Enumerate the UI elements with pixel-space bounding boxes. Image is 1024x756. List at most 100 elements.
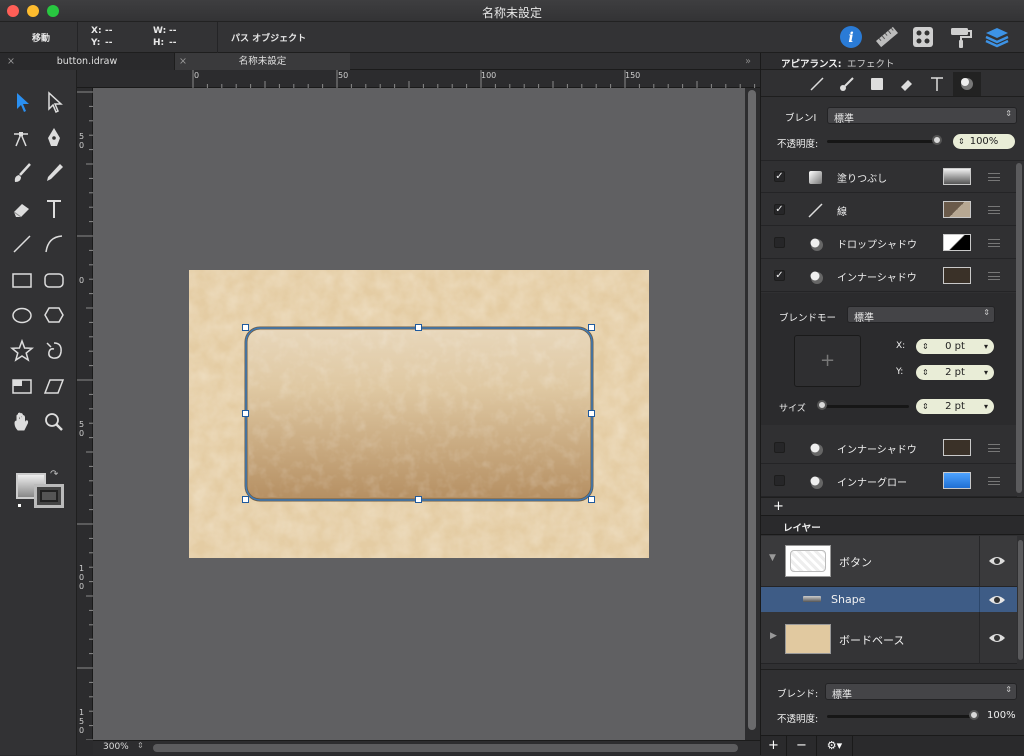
layers-scroll-thumb[interactable] bbox=[1018, 540, 1023, 660]
brush-style-icon[interactable] bbox=[839, 76, 855, 92]
tab-overflow-icon[interactable]: » bbox=[738, 53, 758, 70]
remove-layer-button[interactable]: − bbox=[787, 736, 817, 756]
tab-button-idraw[interactable]: × button.idraw bbox=[0, 53, 175, 70]
size-field[interactable]: ⇕ 2 pt ▾ bbox=[916, 399, 994, 414]
eraser-style-icon[interactable] bbox=[899, 76, 915, 92]
stepper-icon[interactable]: ⇕ bbox=[958, 134, 965, 149]
fill-style-icon[interactable] bbox=[869, 76, 885, 92]
opacity-slider-knob[interactable] bbox=[932, 135, 942, 145]
stepper-icon[interactable]: ⇕ bbox=[922, 399, 929, 414]
effects-tab[interactable]: エフェクト bbox=[847, 56, 895, 70]
frame-tool-icon[interactable] bbox=[8, 372, 36, 400]
effect-color-swatch[interactable] bbox=[943, 234, 971, 251]
chevron-down-icon[interactable]: ▾ bbox=[984, 339, 988, 354]
eraser-tool-icon[interactable] bbox=[8, 195, 36, 223]
offset-pad[interactable]: + bbox=[794, 335, 861, 387]
ellipse-tool-icon[interactable] bbox=[8, 301, 36, 329]
layer-opacity-knob[interactable] bbox=[969, 710, 979, 720]
y-offset-field[interactable]: ⇕ 2 pt ▾ bbox=[916, 365, 994, 380]
add-effect-button[interactable]: + bbox=[773, 499, 784, 514]
info-icon[interactable]: i bbox=[838, 24, 864, 50]
stepper-icon[interactable]: ⇕ bbox=[922, 339, 929, 354]
shadow-blend-select[interactable]: 標準 ⇕ bbox=[847, 306, 995, 324]
resize-handle-bottom-left[interactable] bbox=[242, 496, 249, 503]
tab-untitled[interactable]: × 名称未設定 bbox=[175, 53, 350, 70]
effect-color-swatch[interactable] bbox=[943, 439, 971, 456]
zoom-tool-icon[interactable] bbox=[40, 408, 68, 436]
panel-scroll-thumb[interactable] bbox=[1016, 163, 1022, 493]
resize-handle-left[interactable] bbox=[242, 410, 249, 417]
effect-checkbox[interactable] bbox=[774, 237, 785, 248]
effect-style-icon[interactable] bbox=[953, 72, 981, 96]
zoom-level[interactable]: 300% bbox=[103, 742, 129, 752]
visibility-eye-icon[interactable] bbox=[988, 555, 1006, 567]
effect-row[interactable]: ✓ インナーシャドウ bbox=[761, 260, 1017, 292]
zoom-stepper-icon[interactable]: ⇕ bbox=[137, 741, 144, 750]
layer-options-button[interactable]: ⚙▾ bbox=[817, 736, 853, 756]
hexagon-tool-icon[interactable] bbox=[40, 301, 68, 329]
visibility-eye-icon[interactable] bbox=[988, 632, 1006, 644]
rectangle-tool-icon[interactable] bbox=[8, 266, 36, 294]
direct-select-tool-icon[interactable] bbox=[40, 88, 68, 116]
resize-handle-top[interactable] bbox=[415, 324, 422, 331]
drag-handle-icon[interactable] bbox=[988, 239, 1000, 247]
effect-row[interactable]: ✓ 線 bbox=[761, 194, 1017, 226]
chevron-down-icon[interactable]: ▾ bbox=[984, 399, 988, 414]
line-style-icon[interactable] bbox=[809, 76, 825, 92]
add-layer-button[interactable]: + bbox=[761, 736, 787, 756]
chevron-down-icon[interactable]: ▾ bbox=[984, 365, 988, 380]
disclosure-open-icon[interactable]: ▼ bbox=[769, 553, 776, 563]
paint-roller-icon[interactable] bbox=[948, 24, 974, 50]
spiral-tool-icon[interactable] bbox=[40, 337, 68, 365]
effect-row[interactable]: ドロップシャドウ bbox=[761, 227, 1017, 259]
drawing-canvas[interactable] bbox=[93, 88, 745, 740]
stroke-color-well[interactable] bbox=[34, 484, 64, 508]
effect-checkbox[interactable] bbox=[774, 475, 785, 486]
resize-handle-top-left[interactable] bbox=[242, 324, 249, 331]
effect-checkbox[interactable] bbox=[774, 442, 785, 453]
close-tab-icon[interactable]: × bbox=[179, 53, 187, 70]
effect-checkbox[interactable]: ✓ bbox=[774, 171, 785, 182]
layer-row-board-base[interactable]: ▶ ボードベース bbox=[761, 612, 1017, 664]
drag-handle-icon[interactable] bbox=[988, 444, 1000, 452]
pen-tool-icon[interactable] bbox=[40, 124, 68, 152]
star-tool-icon[interactable] bbox=[8, 337, 36, 365]
scroll-thumb[interactable] bbox=[748, 90, 756, 730]
layer-row-button[interactable]: ▼ ボタン bbox=[761, 536, 1017, 587]
appearance-tab[interactable]: アピアランス: bbox=[781, 56, 842, 70]
drag-handle-icon[interactable] bbox=[988, 272, 1000, 280]
effect-row[interactable]: インナーシャドウ bbox=[761, 432, 1017, 464]
layer-row-shape[interactable]: Shape bbox=[761, 587, 1017, 612]
size-slider-knob[interactable] bbox=[817, 400, 827, 410]
effect-row[interactable]: ✓ 塗りつぶし bbox=[761, 161, 1017, 193]
effect-color-swatch[interactable] bbox=[943, 472, 971, 489]
brush-tool-icon[interactable] bbox=[8, 159, 36, 187]
grid-icon[interactable] bbox=[910, 24, 936, 50]
effect-checkbox[interactable]: ✓ bbox=[774, 270, 785, 281]
layers-icon[interactable] bbox=[984, 24, 1010, 50]
ruler-icon[interactable] bbox=[874, 24, 900, 50]
close-tab-icon[interactable]: × bbox=[7, 53, 15, 70]
effect-color-swatch[interactable] bbox=[943, 168, 971, 185]
vertical-scrollbar[interactable] bbox=[745, 88, 760, 740]
text-tool-icon[interactable] bbox=[40, 195, 68, 223]
resize-handle-bottom[interactable] bbox=[415, 496, 422, 503]
pointer-tool-icon[interactable] bbox=[8, 88, 36, 116]
resize-handle-right[interactable] bbox=[588, 410, 595, 417]
resize-handle-top-right[interactable] bbox=[588, 324, 595, 331]
stepper-icon[interactable]: ⇕ bbox=[922, 365, 929, 380]
arc-tool-icon[interactable] bbox=[40, 230, 68, 258]
line-tool-icon[interactable] bbox=[8, 230, 36, 258]
default-colors-icon[interactable] bbox=[17, 503, 22, 508]
parallelogram-tool-icon[interactable] bbox=[40, 372, 68, 400]
rounded-rectangle-tool-icon[interactable] bbox=[40, 266, 68, 294]
x-offset-field[interactable]: ⇕ 0 pt ▾ bbox=[916, 339, 994, 354]
node-tool-icon[interactable] bbox=[8, 124, 36, 152]
size-slider[interactable] bbox=[819, 405, 909, 408]
blend-mode-select[interactable]: 標準 ⇕ bbox=[827, 107, 1017, 125]
drag-handle-icon[interactable] bbox=[988, 477, 1000, 485]
effect-checkbox[interactable]: ✓ bbox=[774, 204, 785, 215]
effect-color-swatch[interactable] bbox=[943, 267, 971, 284]
drag-handle-icon[interactable] bbox=[988, 173, 1000, 181]
disclosure-closed-icon[interactable]: ▶ bbox=[770, 631, 777, 641]
